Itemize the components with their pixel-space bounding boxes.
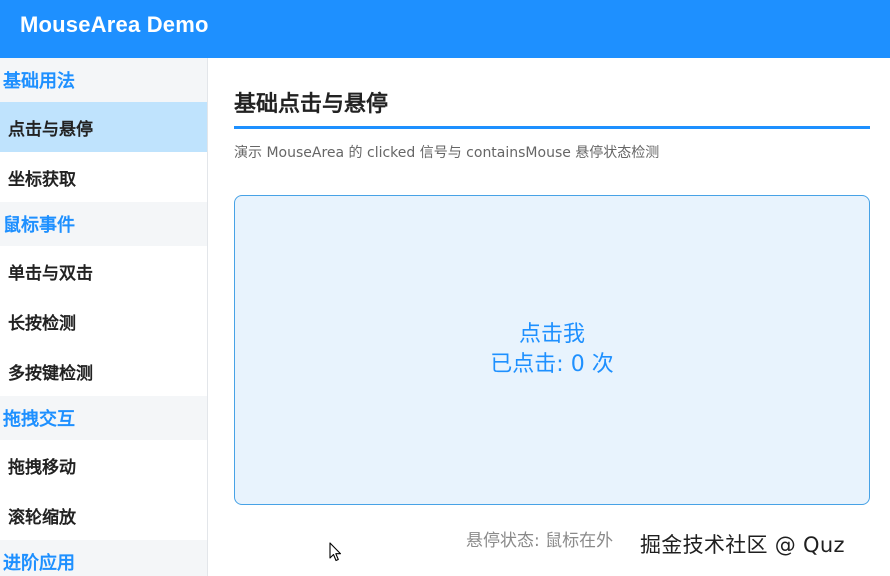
nav-group-mouse-events: 鼠标事件 bbox=[0, 202, 207, 246]
sidebar: 基础用法 点击与悬停 坐标获取 鼠标事件 单击与双击 长按检测 多按键检测 拖拽… bbox=[0, 58, 208, 576]
main-content: 基础点击与悬停 演示 MouseArea 的 clicked 信号与 conta… bbox=[209, 58, 890, 576]
title-divider bbox=[234, 126, 870, 129]
mouse-cursor-icon bbox=[329, 542, 342, 562]
nav-group-basic: 基础用法 bbox=[0, 58, 207, 102]
app-header: MouseArea Demo bbox=[0, 0, 890, 58]
nav-item-single-double-click[interactable]: 单击与双击 bbox=[0, 246, 207, 296]
nav-item-multi-button[interactable]: 多按键检测 bbox=[0, 346, 207, 396]
nav-group-drag: 拖拽交互 bbox=[0, 396, 207, 440]
click-area[interactable]: 点击我 已点击: 0 次 bbox=[234, 195, 870, 505]
nav-item-coordinates[interactable]: 坐标获取 bbox=[0, 152, 207, 202]
page-description: 演示 MouseArea 的 clicked 信号与 containsMouse… bbox=[234, 145, 660, 161]
nav-item-wheel-zoom[interactable]: 滚轮缩放 bbox=[0, 490, 207, 540]
app-title: MouseArea Demo bbox=[20, 12, 209, 37]
watermark: 掘金技术社区 @ Quz bbox=[640, 533, 845, 557]
click-label: 点击我 bbox=[518, 322, 585, 347]
nav-group-advanced: 进阶应用 bbox=[0, 540, 207, 576]
nav-item-long-press[interactable]: 长按检测 bbox=[0, 296, 207, 346]
nav-item-click-hover[interactable]: 点击与悬停 bbox=[0, 102, 207, 152]
click-count: 已点击: 0 次 bbox=[490, 352, 614, 377]
page-title: 基础点击与悬停 bbox=[234, 92, 389, 117]
nav-item-drag-move[interactable]: 拖拽移动 bbox=[0, 440, 207, 490]
hover-status: 悬停状态: 鼠标在外 bbox=[466, 531, 614, 551]
